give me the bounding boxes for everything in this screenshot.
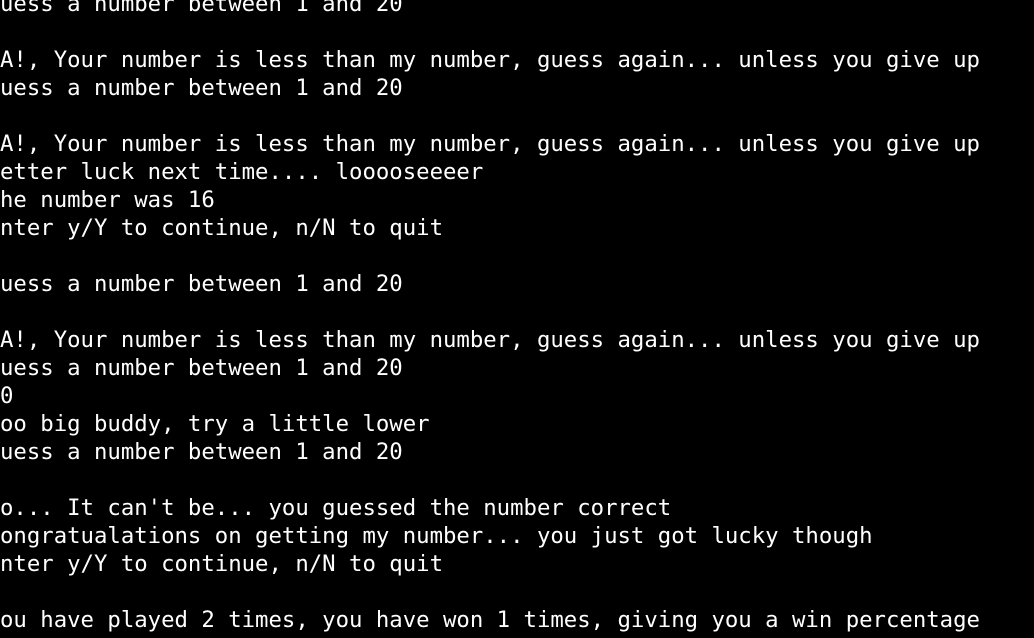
terminal-line: uess a number between 1 and 20 [0,0,403,17]
terminal-line: o... It can't be... you guessed the numb… [0,495,672,521]
terminal-line: uess a number between 1 and 20 [0,75,403,101]
terminal-line: uess a number between 1 and 20 [0,271,403,297]
terminal-line: uess a number between 1 and 20 [0,439,403,465]
terminal-line: nter y/Y to continue, n/N to quit [0,551,443,577]
terminal-line: etter luck next time.... looooseeeer [0,159,484,185]
terminal-line: A!, Your number is less than my number, … [0,131,980,157]
terminal-line: A!, Your number is less than my number, … [0,327,980,353]
terminal-line: oo big buddy, try a little lower [0,411,430,437]
terminal-line: he number was 16 [0,187,215,213]
terminal-line: A!, Your number is less than my number, … [0,47,980,73]
terminal-line: ou have played 2 times, you have won 1 t… [0,607,980,633]
terminal-line: 0 [0,383,14,409]
terminal-output[interactable]: uess a number between 1 and 20 A!, Your … [0,0,1034,638]
terminal-line: uess a number between 1 and 20 [0,355,403,381]
terminal-line: ongratualations on getting my number... … [0,523,873,549]
terminal-line: nter y/Y to continue, n/N to quit [0,215,443,241]
